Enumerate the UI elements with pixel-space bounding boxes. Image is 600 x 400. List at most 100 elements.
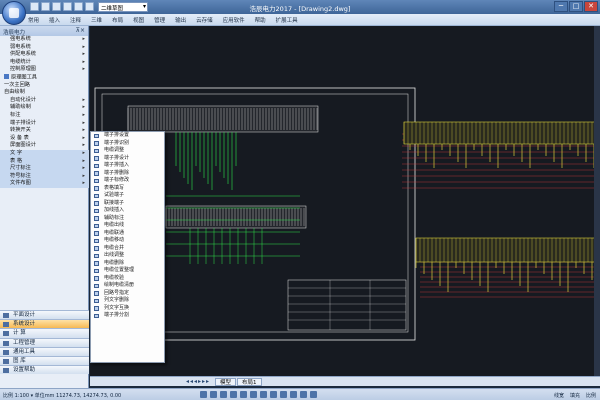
section-tab[interactable]: 平面设计	[0, 310, 89, 320]
tree-item[interactable]: 文 字 ▸	[0, 149, 89, 158]
dyn-icon[interactable]	[260, 391, 267, 398]
polar-icon[interactable]	[230, 391, 237, 398]
tree-item[interactable]: 标注 ▸	[0, 112, 89, 120]
flyout-item[interactable]: 端子标修改	[91, 177, 164, 185]
flyout-item[interactable]: 电缆移动	[91, 237, 164, 245]
tree-item-label: 屏面图设计	[10, 142, 36, 149]
section-icon	[3, 358, 9, 364]
drawing-canvas[interactable]	[90, 26, 600, 376]
flyout-item[interactable]: 电缆合并	[91, 245, 164, 253]
section-tab[interactable]: 图 库	[0, 355, 89, 366]
tree-item-label: 原理图工具	[11, 74, 37, 81]
pan-icon[interactable]	[300, 391, 307, 398]
flyout-item[interactable]: 端子排分割	[91, 312, 164, 320]
flyout-item-label: 端子标修改	[104, 177, 130, 183]
tree-item[interactable]: 表 格 ▸	[0, 157, 89, 166]
menu-item[interactable]: 云存储	[196, 16, 213, 24]
tree-item[interactable]: 辅助绘制 ▸	[0, 104, 89, 112]
maximize-button[interactable]: □	[569, 1, 583, 12]
flyout-item-label: 列文字删除	[104, 297, 130, 303]
flyout-item[interactable]: 辅助标注	[91, 215, 164, 223]
osnap-icon[interactable]	[240, 391, 247, 398]
minimize-button[interactable]: ─	[554, 1, 568, 12]
flyout-item[interactable]: 回路号指定	[91, 290, 164, 298]
menu-item[interactable]: 帮助	[255, 16, 266, 24]
tree-item[interactable]: 转换开关 ▸	[0, 127, 89, 135]
menu-item[interactable]: 管理	[154, 16, 165, 24]
status-fill[interactable]: 填充	[570, 392, 580, 399]
tree-item-label: 一次主回路	[4, 81, 30, 88]
section-tab[interactable]: 计 算	[0, 328, 89, 338]
flyout-item-label: 电缆位置整理	[104, 267, 135, 273]
flyout-item[interactable]: 端子排识别	[91, 140, 164, 148]
flyout-item[interactable]: 列文字互换	[91, 305, 164, 313]
chevron-right-icon: ▸	[82, 58, 85, 65]
section-tab[interactable]: 工程管理	[0, 337, 89, 347]
app-logo[interactable]	[2, 1, 26, 25]
flyout-item[interactable]: 端子排删除	[91, 170, 164, 178]
flyout-item[interactable]: 出线调整	[91, 252, 164, 260]
otrack-icon[interactable]	[250, 391, 257, 398]
settings-icon[interactable]	[310, 391, 317, 398]
status-scale[interactable]: 比例	[586, 392, 596, 399]
menu-item[interactable]: 注释	[70, 16, 81, 24]
tab-layout1[interactable]: 布局1	[237, 378, 262, 386]
tree-item[interactable]: 端子排设计 ▸	[0, 120, 89, 128]
flyout-item[interactable]: 表格填写	[91, 185, 164, 193]
flyout-item[interactable]: 电缆位置整理	[91, 267, 164, 275]
menu-item[interactable]: 输出	[175, 16, 186, 24]
section-tab[interactable]: 系统设计	[0, 319, 89, 329]
tree-item[interactable]: 屏面图设计 ▸	[0, 142, 89, 150]
flyout-item[interactable]: 绘制电缆清册	[91, 282, 164, 290]
flyout-item[interactable]: 端子排设计	[91, 155, 164, 163]
flyout-item[interactable]: 列文字删除	[91, 297, 164, 305]
section-tab[interactable]: 通用工具	[0, 346, 89, 356]
grid-icon[interactable]	[210, 391, 217, 398]
flyout-item[interactable]: 联接端子	[91, 200, 164, 208]
layout-tabs: ◂◂◂▸▸▸ 模型 布局1	[90, 376, 600, 386]
flyout-item[interactable]: 电缆出线	[91, 222, 164, 230]
tree-item-label: 尺寸标注	[10, 165, 31, 172]
flyout-item[interactable]: 端子排插入	[91, 162, 164, 170]
chevron-right-icon: ▸	[82, 157, 85, 164]
pin-icon[interactable]: ⊼×	[76, 27, 85, 34]
menu-item[interactable]: 三维	[91, 16, 102, 24]
menu-item[interactable]: 扩展工具	[276, 16, 298, 24]
flyout-item[interactable]: 电缆校验	[91, 275, 164, 283]
tree-item[interactable]: 供配电系统 ▸	[0, 51, 89, 59]
flyout-item[interactable]: 电缆删除	[91, 260, 164, 268]
section-tab[interactable]: 设置帮助	[0, 365, 89, 375]
section-label: 工程管理	[13, 339, 36, 346]
command-icon	[94, 208, 99, 213]
flyout-item[interactable]: 电缆调整	[91, 147, 164, 155]
ortho-icon[interactable]	[220, 391, 227, 398]
flyout-item[interactable]: 试验端子	[91, 192, 164, 200]
tool-icon	[4, 73, 9, 79]
flyout-item[interactable]: 加线插入	[91, 207, 164, 215]
snap-icon[interactable]	[200, 391, 207, 398]
zoom-icon[interactable]	[290, 391, 297, 398]
menu-item[interactable]: 应用软件	[223, 16, 245, 24]
tab-nav-arrows[interactable]: ◂◂◂▸▸▸	[186, 378, 210, 385]
menu-item[interactable]: 视图	[133, 16, 144, 24]
menu-item[interactable]: 常用	[28, 16, 39, 24]
tree-item-label: 设 备 表	[10, 134, 29, 141]
tree-item-label: 控制原理图	[10, 66, 36, 73]
tree-item[interactable]: 控制原理图 ▸	[0, 66, 89, 74]
tree-item[interactable]: 尺寸标注 ▸	[0, 165, 89, 173]
menu-item[interactable]: 布局	[112, 16, 123, 24]
tree-item[interactable]: 自由绘制	[0, 89, 89, 97]
lwt-icon[interactable]	[270, 391, 277, 398]
close-button[interactable]: ✕	[584, 1, 598, 12]
tab-model[interactable]: 模型	[215, 378, 237, 386]
tree-item-label: 文 字	[10, 149, 23, 156]
menu-item[interactable]: 插入	[49, 16, 60, 24]
flyout-item[interactable]: 端子排设置	[91, 132, 164, 140]
model-icon[interactable]	[280, 391, 287, 398]
tree-item[interactable]: 强电系统 ▸	[0, 36, 89, 44]
status-linewidth[interactable]: 线宽	[554, 392, 564, 399]
flyout-item[interactable]: 电缆联通	[91, 230, 164, 238]
tree-item[interactable]: 原理图工具	[0, 73, 89, 82]
vertical-scrollbar[interactable]	[594, 26, 600, 376]
tree-item[interactable]: 文件布图 ▸	[0, 180, 89, 188]
